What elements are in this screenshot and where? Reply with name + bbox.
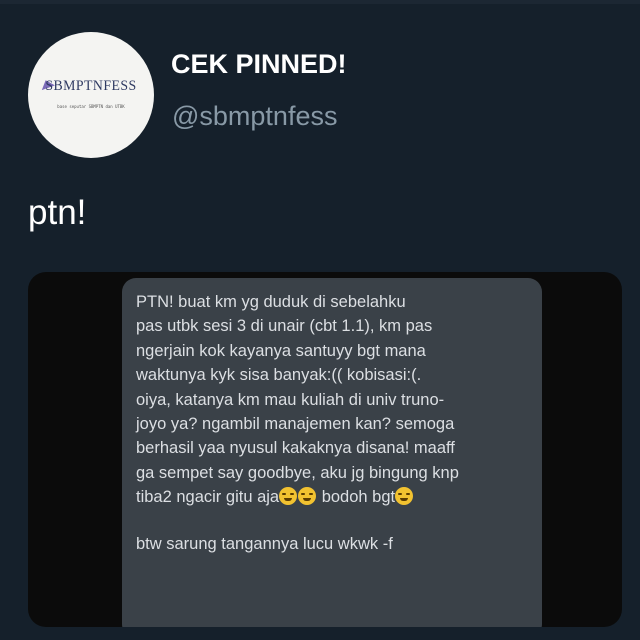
message-signoff: btw sarung tangannya lucu wkwk -f bbox=[136, 534, 393, 553]
message-bubble: PTN! buat km yg duduk di sebelahku pas u… bbox=[122, 278, 542, 627]
crying-laughing-emoji-icon bbox=[395, 487, 414, 506]
message-spacer bbox=[136, 510, 528, 532]
message-line: berhasil yaa nyusul kakaknya disana! maa… bbox=[136, 439, 455, 458]
tweet-media-image[interactable]: PTN! buat km yg duduk di sebelahku pas u… bbox=[28, 272, 622, 627]
message-line: pas utbk sesi 3 di unair (cbt 1.1), km p… bbox=[136, 317, 433, 336]
message-line: ngerjain kok kayanya santuyy bgt mana bbox=[136, 341, 426, 360]
profile-avatar[interactable]: SBMPTNFESS base seputar SBMPTN dan UTBK bbox=[28, 32, 154, 158]
account-handle[interactable]: @sbmptnfess bbox=[172, 101, 337, 132]
message-line-with-emoji: tiba2 ngacir gitu aja bodoh bgt bbox=[136, 485, 528, 509]
message-line: joyo ya? ngambil manajemen kan? semoga bbox=[136, 415, 455, 434]
message-fragment: bodoh bgt bbox=[317, 488, 396, 507]
message-fragment: tiba2 ngacir gitu aja bbox=[136, 488, 280, 507]
message-line: ga sempet say goodbye, aku jg bingung kn… bbox=[136, 463, 459, 482]
message-line: PTN! buat km yg duduk di sebelahku bbox=[136, 293, 406, 311]
display-name[interactable]: CEK PINNED! bbox=[171, 49, 347, 80]
crying-laughing-emoji-icon bbox=[298, 487, 317, 506]
avatar-logo-title: SBMPTNFESS bbox=[45, 78, 137, 94]
tweet-view: SBMPTNFESS base seputar SBMPTN dan UTBK … bbox=[0, 0, 640, 640]
top-divider bbox=[0, 0, 640, 4]
bottom-divider bbox=[0, 630, 640, 640]
message-line: waktunya kyk sisa banyak:(( kobisasi:(. bbox=[136, 366, 422, 385]
crying-laughing-emoji-icon bbox=[279, 487, 298, 506]
message-line: oiya, katanya km mau kuliah di univ trun… bbox=[136, 390, 445, 409]
tweet-text: ptn! bbox=[28, 193, 87, 232]
avatar-logo-subtitle: base seputar SBMPTN dan UTBK bbox=[57, 104, 125, 109]
